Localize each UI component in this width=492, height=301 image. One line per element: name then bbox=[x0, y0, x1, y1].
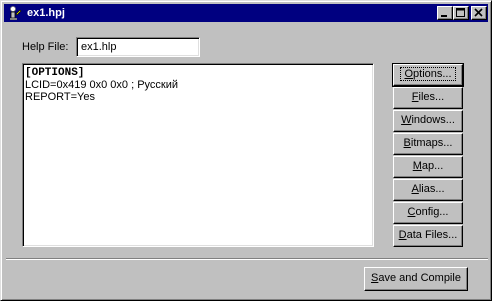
maximize-button[interactable] bbox=[453, 6, 469, 20]
config-button[interactable]: Config... bbox=[393, 202, 463, 224]
editor-line: [OPTIONS] bbox=[25, 67, 85, 79]
map-button[interactable]: Map... bbox=[393, 156, 463, 178]
close-icon bbox=[474, 8, 483, 17]
title-bar[interactable]: ex1.hpj bbox=[4, 4, 488, 22]
project-window: ex1.hpj Help File: ex1.hlp [OPTIONS] LCI… bbox=[0, 0, 492, 301]
minimize-icon bbox=[441, 15, 447, 17]
separator bbox=[6, 258, 488, 260]
options-button[interactable]: Options... bbox=[392, 63, 464, 87]
editor-line: LCID=0x419 0x0 0x0 ; Русский bbox=[25, 79, 179, 91]
help-file-label: Help File: bbox=[22, 41, 69, 53]
window-title: ex1.hpj bbox=[27, 7, 65, 19]
close-button[interactable] bbox=[471, 6, 487, 20]
files-button[interactable]: Files... bbox=[393, 87, 463, 109]
save-and-compile-button[interactable]: Save and Compile bbox=[364, 267, 468, 291]
minimize-button[interactable] bbox=[437, 6, 453, 20]
alias-button[interactable]: Alias... bbox=[393, 179, 463, 201]
bitmaps-button[interactable]: Bitmaps... bbox=[393, 133, 463, 155]
help-file-input[interactable]: ex1.hlp bbox=[76, 37, 200, 57]
project-editor[interactable]: [OPTIONS] LCID=0x419 0x0 0x0 ; Русский R… bbox=[22, 63, 374, 247]
windows-button[interactable]: Windows... bbox=[393, 110, 463, 132]
editor-line: REPORT=Yes bbox=[25, 91, 96, 103]
help-project-icon bbox=[7, 5, 23, 21]
maximize-icon bbox=[456, 8, 465, 17]
data-files-button[interactable]: Data Files... bbox=[393, 225, 463, 247]
